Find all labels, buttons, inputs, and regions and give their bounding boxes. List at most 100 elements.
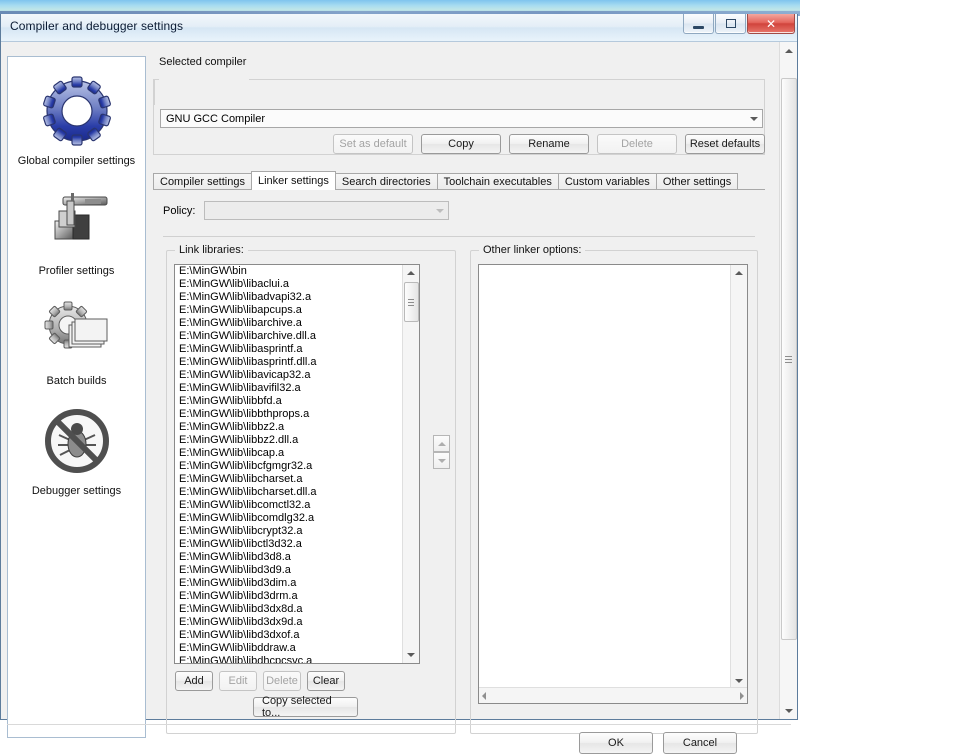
close-button[interactable]: ✕ [747, 14, 795, 34]
sidebar-item-global-compiler-settings[interactable]: Global compiler settings [8, 57, 145, 167]
settings-tabs: Compiler settings Linker settings Search… [153, 171, 765, 190]
footer-separator [7, 724, 791, 725]
list-item[interactable]: E:\MinGW\lib\libd3dx9d.a [175, 616, 404, 629]
list-item[interactable]: E:\MinGW\lib\libadvapi32.a [175, 291, 404, 304]
settings-category-list: Global compiler settings Profiler settin… [7, 56, 146, 738]
list-item[interactable]: E:\MinGW\lib\libcomctl32.a [175, 499, 404, 512]
tab-toolchain-executables[interactable]: Toolchain executables [436, 173, 559, 190]
sidebar-item-label: Profiler settings [38, 265, 115, 277]
list-item[interactable]: E:\MinGW\lib\libd3d9.a [175, 564, 404, 577]
other-options-vscrollbar[interactable] [730, 265, 747, 689]
list-item[interactable]: E:\MinGW\lib\libavicap32.a [175, 369, 404, 382]
add-button[interactable]: Add [175, 671, 213, 691]
dialog-footer-buttons: OK Cancel [1, 732, 797, 754]
minimize-button[interactable] [683, 14, 714, 34]
clear-button[interactable]: Clear [307, 671, 345, 691]
list-item[interactable]: E:\MinGW\lib\libddraw.a [175, 642, 404, 655]
other-linker-options-label: Other linker options: [479, 244, 586, 256]
dialog-vertical-scrollbar[interactable] [779, 42, 797, 719]
scroll-down-button[interactable] [780, 702, 797, 719]
list-item[interactable]: E:\MinGW\lib\libasprintf.a [175, 343, 404, 356]
desktop-background: Compiler and debugger settings ✕ Global … [0, 0, 960, 754]
list-item[interactable]: E:\MinGW\lib\libcfgmgr32.a [175, 460, 404, 473]
list-item[interactable]: E:\MinGW\lib\libcharset.dll.a [175, 486, 404, 499]
list-item[interactable]: E:\MinGW\bin [175, 265, 404, 278]
scroll-right-button[interactable] [740, 691, 744, 700]
tab-search-directories[interactable]: Search directories [334, 173, 438, 190]
policy-row: Policy: [163, 201, 450, 220]
sidebar-item-debugger-settings[interactable]: Debugger settings [8, 387, 145, 497]
list-item[interactable]: E:\MinGW\lib\libdhcpcsvc.a [175, 655, 404, 663]
settings-content-pane: Selected compiler GNU GCC Compiler Set a… [153, 56, 775, 734]
window-title: Compiler and debugger settings [10, 19, 184, 33]
list-item[interactable]: E:\MinGW\lib\libbfd.a [175, 395, 404, 408]
copy-button[interactable]: Copy [421, 134, 501, 154]
scrollbar-thumb[interactable] [781, 78, 797, 640]
reset-defaults-button[interactable]: Reset defaults [685, 134, 765, 154]
gear-icon [8, 73, 145, 149]
list-item[interactable]: E:\MinGW\lib\libcap.a [175, 447, 404, 460]
list-item[interactable]: E:\MinGW\lib\libapcups.a [175, 304, 404, 317]
list-item[interactable]: E:\MinGW\lib\libctl3d32.a [175, 538, 404, 551]
list-item[interactable]: E:\MinGW\lib\libd3dxof.a [175, 629, 404, 642]
list-item[interactable]: E:\MinGW\lib\libavifil32.a [175, 382, 404, 395]
list-item[interactable]: E:\MinGW\lib\libd3dx8d.a [175, 603, 404, 616]
list-item[interactable]: E:\MinGW\lib\libbz2.dll.a [175, 434, 404, 447]
reorder-buttons [433, 435, 450, 470]
copy-selected-to-button[interactable]: Copy selected to... [253, 695, 358, 719]
tab-linker-settings[interactable]: Linker settings [250, 171, 336, 190]
delete-compiler-button[interactable]: Delete [597, 134, 677, 154]
list-item[interactable]: E:\MinGW\lib\libcrypt32.a [175, 525, 404, 538]
scroll-left-button[interactable] [482, 691, 486, 700]
sidebar-item-label: Debugger settings [31, 485, 122, 497]
sidebar-item-batch-builds[interactable]: Batch builds [8, 277, 145, 387]
link-libraries-listbox[interactable]: E:\MinGW\bin E:\MinGW\lib\libaclui.a E:\Mi… [174, 264, 420, 664]
compiler-action-buttons: Set as default Copy Rename Delete Reset … [153, 134, 765, 154]
delete-library-button[interactable]: Delete [263, 671, 301, 691]
list-item[interactable]: E:\MinGW\lib\libd3dim.a [175, 577, 404, 590]
list-item[interactable]: E:\MinGW\lib\libaclui.a [175, 278, 404, 291]
maximize-button[interactable] [715, 14, 746, 34]
scroll-up-button[interactable] [403, 265, 419, 281]
window-controls: ✕ [682, 14, 795, 34]
selected-compiler-label: Selected compiler [159, 56, 247, 68]
list-item[interactable]: E:\MinGW\lib\libarchive.a [175, 317, 404, 330]
settings-dialog-window: Compiler and debugger settings ✕ Global … [0, 14, 798, 754]
list-item[interactable]: E:\MinGW\lib\libbz2.a [175, 421, 404, 434]
sidebar-item-label: Batch builds [46, 375, 107, 387]
gear-stack-icon [8, 293, 145, 369]
policy-label: Policy: [163, 204, 196, 217]
scroll-up-button[interactable] [731, 265, 747, 281]
scrollbar-thumb[interactable] [404, 282, 419, 322]
ok-button[interactable]: OK [579, 732, 653, 754]
move-down-button[interactable] [433, 452, 450, 469]
policy-separator [163, 236, 755, 237]
scroll-up-button[interactable] [780, 42, 797, 59]
tab-compiler-settings[interactable]: Compiler settings [153, 173, 252, 190]
other-options-hscrollbar[interactable] [479, 687, 747, 703]
list-item[interactable]: E:\MinGW\lib\libd3drm.a [175, 590, 404, 603]
no-bug-icon [8, 403, 145, 479]
list-item[interactable]: E:\MinGW\lib\libd3d8.a [175, 551, 404, 564]
link-libraries-scrollbar[interactable] [402, 265, 419, 663]
list-item[interactable]: E:\MinGW\lib\libarchive.dll.a [175, 330, 404, 343]
caliper-icon [8, 183, 145, 259]
other-linker-options-group: Other linker options: [470, 244, 758, 734]
list-item[interactable]: E:\MinGW\lib\libasprintf.dll.a [175, 356, 404, 369]
compiler-select-value: GNU GCC Compiler [166, 112, 266, 125]
policy-select[interactable] [204, 201, 450, 220]
other-linker-options-textarea[interactable] [478, 264, 748, 704]
move-up-button[interactable] [433, 435, 450, 452]
scroll-down-button[interactable] [403, 647, 419, 663]
set-as-default-button[interactable]: Set as default [333, 134, 413, 154]
list-item[interactable]: E:\MinGW\lib\libbthprops.a [175, 408, 404, 421]
list-item[interactable]: E:\MinGW\lib\libcharset.a [175, 473, 404, 486]
compiler-select[interactable]: GNU GCC Compiler [160, 109, 763, 128]
edit-button[interactable]: Edit [219, 671, 257, 691]
tab-custom-variables[interactable]: Custom variables [557, 173, 657, 190]
tab-other-settings[interactable]: Other settings [655, 173, 739, 190]
sidebar-item-profiler-settings[interactable]: Profiler settings [8, 167, 145, 277]
list-item[interactable]: E:\MinGW\lib\libcomdlg32.a [175, 512, 404, 525]
cancel-button[interactable]: Cancel [663, 732, 737, 754]
rename-button[interactable]: Rename [509, 134, 589, 154]
